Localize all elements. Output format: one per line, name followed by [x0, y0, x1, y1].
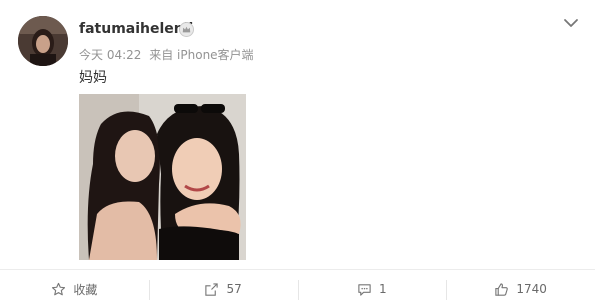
post-meta: 今天 04:22 来自 iPhone客户端 — [79, 46, 258, 63]
weibo-post-card: fatumaihelenli 今天 04:22 来自 iPhone客户端 妈妈 — [0, 0, 595, 308]
action-bar: 收藏 57 1 1740 — [0, 270, 595, 308]
share-arrow-icon — [205, 282, 219, 296]
comment-button[interactable]: 1 — [297, 270, 447, 308]
post-photo[interactable] — [79, 94, 246, 260]
post-text: 妈妈 — [79, 70, 107, 86]
like-count: 1740 — [516, 282, 547, 296]
chevron-down-icon[interactable] — [562, 14, 580, 32]
action-separator — [446, 280, 448, 300]
thumbs-up-icon — [495, 282, 509, 296]
repost-button[interactable]: 57 — [148, 270, 298, 308]
comment-count: 1 — [379, 282, 387, 296]
action-separator — [148, 280, 150, 300]
like-button[interactable]: 1740 — [446, 270, 595, 308]
username[interactable]: fatumaihelenli — [79, 21, 193, 37]
comment-bubble-icon — [358, 283, 371, 296]
post-source[interactable]: 来自 iPhone客户端 — [149, 48, 253, 62]
favorite-label: 收藏 — [73, 282, 98, 297]
crown-badge-icon — [179, 22, 194, 37]
post-time[interactable]: 今天 04:22 — [79, 48, 141, 62]
repost-count: 57 — [226, 282, 242, 296]
photo-image — [79, 94, 246, 260]
avatar[interactable] — [18, 16, 68, 66]
action-separator — [297, 280, 299, 300]
avatar-image — [18, 16, 68, 66]
star-icon — [52, 282, 66, 295]
favorite-button[interactable]: 收藏 — [0, 270, 149, 308]
